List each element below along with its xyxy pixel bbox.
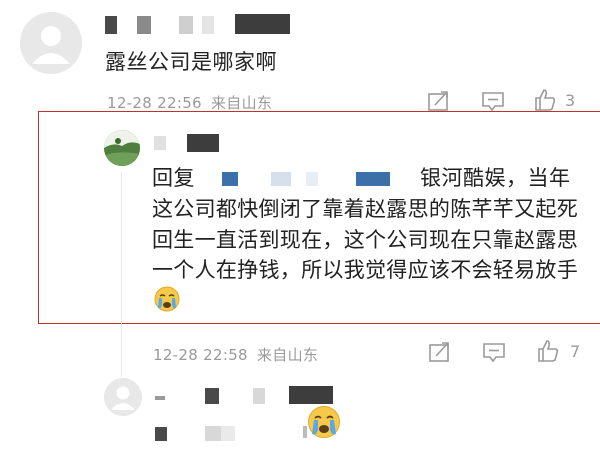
like-count: 3 <box>565 90 576 110</box>
reply-location: 来自山东 <box>256 346 319 364</box>
share-icon <box>429 342 449 362</box>
comment-meta: 12-28 22:56 来自山东 <box>107 92 272 113</box>
like-count: 7 <box>570 341 581 361</box>
comment-time: 12-28 22:56 <box>107 94 202 112</box>
default-avatar-icon <box>20 12 82 74</box>
comment-icon <box>483 343 505 363</box>
reply-meta: 12-28 22:58 来自山东 <box>153 344 318 365</box>
reply-text-body: 这公司都快倒闭了靠着赵露思的陈芊芊又起死回生一直活到现在，这个公司现在只靠赵露思… <box>152 197 578 282</box>
like-icon <box>538 340 559 362</box>
like-button[interactable]: 3 <box>533 88 575 112</box>
reply-text: 这公司都快倒闭了靠着赵露思的陈芊芊又起死回生一直活到现在，这个公司现在只靠赵露思… <box>152 194 582 320</box>
avatar[interactable] <box>104 378 142 416</box>
landscape-avatar-icon <box>104 130 140 166</box>
like-button[interactable]: 7 <box>536 339 580 363</box>
share-button[interactable] <box>428 341 452 363</box>
comment-button[interactable] <box>481 90 505 112</box>
reply-text-line1: 银河酷娱，当年 <box>420 166 571 190</box>
share-icon <box>428 91 448 111</box>
comment-button[interactable] <box>482 341 506 363</box>
comment-icon <box>482 92 504 112</box>
default-avatar-icon <box>104 378 142 416</box>
comment-location: 来自山东 <box>210 94 273 112</box>
comment-text: 露丝公司是哪家啊 <box>105 50 277 74</box>
crying-face-emoji <box>307 405 341 443</box>
crying-face-emoji <box>154 286 180 321</box>
thread-line <box>121 172 122 377</box>
avatar[interactable] <box>20 12 82 74</box>
avatar[interactable] <box>104 130 140 166</box>
reply-time: 12-28 22:58 <box>153 346 248 364</box>
reply-prefix: 回复 <box>152 166 195 190</box>
share-button[interactable] <box>427 90 451 112</box>
like-icon <box>535 89 556 111</box>
